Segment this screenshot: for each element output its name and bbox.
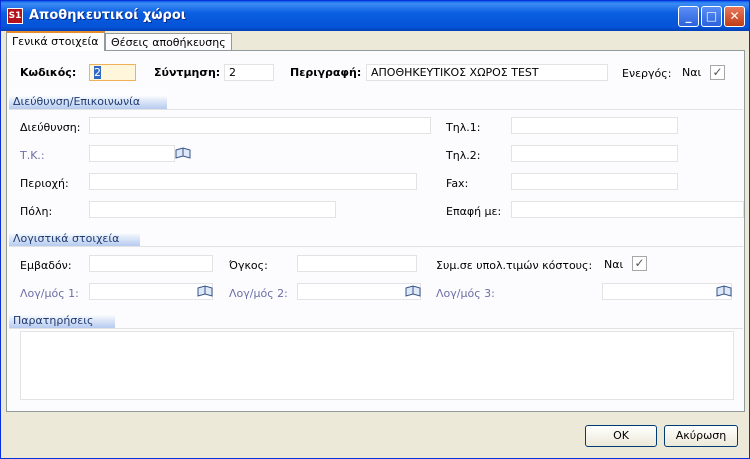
account1-field[interactable] [89, 283, 213, 300]
area-label: Περιοχή: [20, 177, 69, 190]
tab-storage-positions[interactable]: Θέσεις αποθήκευσης [105, 33, 232, 51]
dialog-window: S1 Αποθηκευτικοί χώροι _ □ ✕ Γενικά στοι… [0, 0, 750, 459]
ok-button[interactable]: OK [585, 425, 657, 447]
contact-label: Επαφή με: [446, 205, 502, 218]
minimize-icon: _ [685, 9, 692, 23]
fax-label: Fax: [446, 177, 469, 190]
account3-field[interactable] [602, 283, 732, 300]
book-icon[interactable] [405, 285, 421, 297]
surface-area-label: Εμβαδόν: [20, 259, 72, 272]
cancel-button[interactable]: Ακύρωση [664, 425, 738, 447]
title-bar[interactable]: S1 Αποθηκευτικοί χώροι _ □ ✕ [1, 1, 749, 31]
account2-field[interactable] [297, 283, 421, 300]
tab-panel: Κωδικός: 2 Σύντμηση: 2 Περιγραφή: ΑΠΟΘΗΚ… [6, 50, 745, 412]
volume-label: Όγκος: [229, 259, 268, 272]
tab-general[interactable]: Γενικά στοιχεία [6, 31, 105, 51]
notes-textarea[interactable] [20, 331, 734, 400]
phone2-label: Τηλ.2: [446, 149, 481, 162]
address-label: Διεύθυνση: [20, 121, 81, 134]
phone1-label: Τηλ.1: [446, 121, 481, 134]
phone2-field[interactable] [511, 145, 678, 162]
section-header-address: Διεύθυνση/Επικοινωνία [9, 95, 167, 109]
postal-code-field[interactable] [89, 145, 175, 162]
short-label: Σύντμηση: [154, 66, 221, 79]
postal-code-label[interactable]: Τ.Κ.: [20, 149, 45, 162]
fax-field[interactable] [511, 173, 678, 190]
short-field[interactable]: 2 [224, 64, 274, 81]
account2-label[interactable]: Λογ/μός 2: [229, 287, 288, 300]
window-title: Αποθηκευτικοί χώροι [29, 8, 186, 23]
section-divider [9, 109, 743, 110]
code-value: 2 [94, 66, 101, 79]
description-field[interactable]: ΑΠΟΘΗΚΕΥΤΙΚΟΣ ΧΩΡΟΣ TEST [366, 64, 608, 81]
code-label: Κωδικός: [20, 66, 77, 79]
book-icon[interactable] [197, 285, 213, 297]
close-button[interactable]: ✕ [724, 6, 745, 27]
cost-calculation-checkbox[interactable]: ✓ [632, 256, 647, 271]
section-divider [9, 246, 743, 247]
section-divider [9, 328, 743, 329]
book-icon[interactable] [716, 285, 732, 297]
book-icon[interactable] [175, 147, 191, 159]
active-value: Ναι [682, 66, 702, 79]
checkmark-icon: ✓ [634, 256, 645, 270]
active-checkbox[interactable]: ✓ [710, 65, 725, 80]
city-field[interactable] [89, 201, 336, 218]
active-label: Ενεργός: [622, 67, 672, 80]
contact-field[interactable] [511, 201, 744, 218]
app-icon: S1 [7, 8, 23, 24]
tab-general-label: Γενικά στοιχεία [12, 35, 99, 48]
city-label: Πόλη: [20, 205, 53, 218]
close-icon: ✕ [729, 9, 740, 23]
description-label: Περιγραφή: [290, 66, 362, 79]
address-field[interactable] [89, 117, 431, 134]
maximize-button[interactable]: □ [701, 6, 722, 27]
minimize-button[interactable]: _ [678, 6, 699, 27]
maximize-icon: □ [705, 9, 718, 23]
cost-calculation-value: Ναι [604, 258, 624, 271]
phone1-field[interactable] [511, 117, 678, 134]
account3-label[interactable]: Λογ/μός 3: [436, 287, 495, 300]
volume-field[interactable] [297, 255, 417, 272]
surface-area-field[interactable] [89, 255, 213, 272]
cost-calculation-label: Συμ.σε υπολ.τιμών κόστους: [436, 259, 593, 272]
area-field[interactable] [89, 173, 417, 190]
section-header-notes: Παρατηρήσεις [9, 314, 115, 328]
checkmark-icon: ✓ [712, 65, 723, 79]
section-header-accounting: Λογιστικά στοιχεία [9, 232, 140, 246]
tab-storage-positions-label: Θέσεις αποθήκευσης [111, 36, 226, 49]
account1-label[interactable]: Λογ/μός 1: [20, 287, 79, 300]
code-field[interactable]: 2 [89, 64, 136, 81]
